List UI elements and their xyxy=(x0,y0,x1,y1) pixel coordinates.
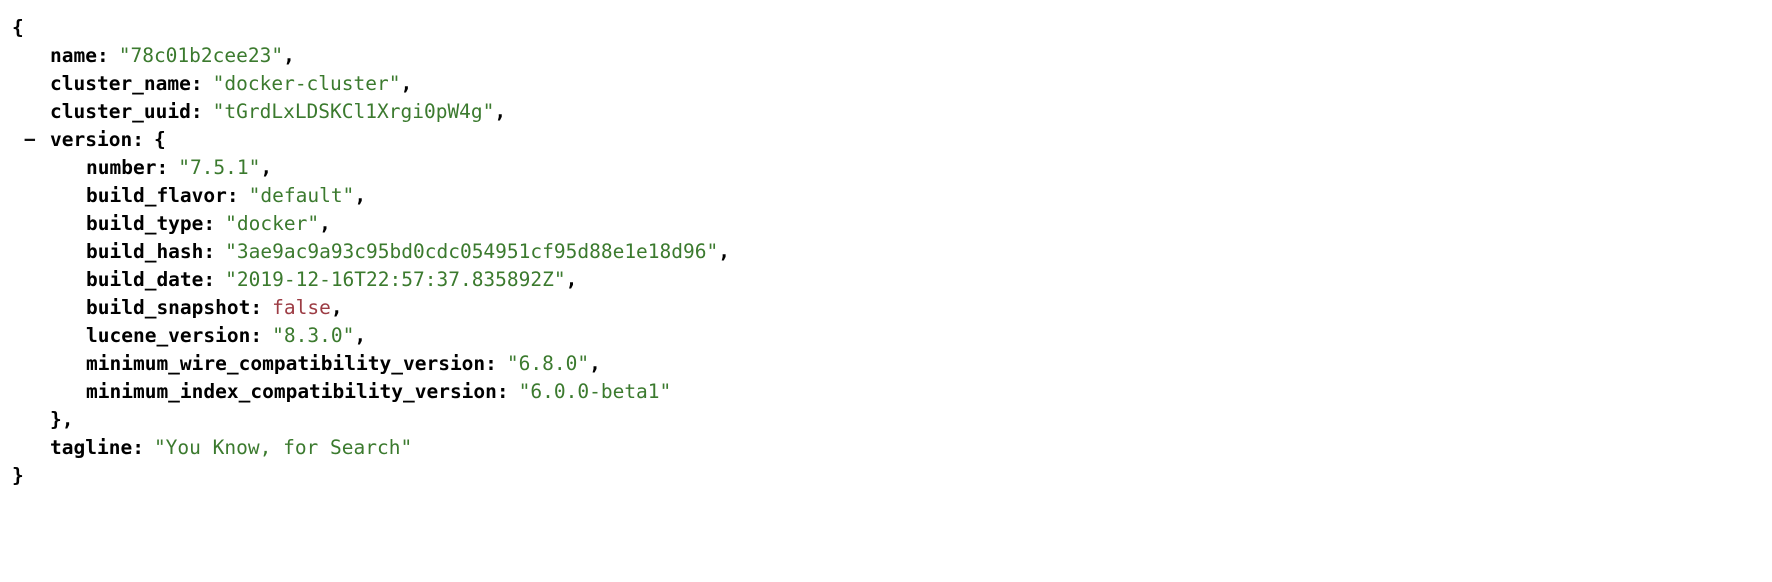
json-value-boolean: false xyxy=(272,296,331,319)
json-colon: : xyxy=(203,212,216,235)
json-value: "8.3.0" xyxy=(272,324,355,347)
json-key: build_type xyxy=(86,212,204,235)
json-colon: : xyxy=(132,128,144,151)
json-value: "tGrdLxLDSKCl1Xrgi0pW4g" xyxy=(212,100,495,123)
json-row: build_hash: "3ae9ac9a93c95bd0cdc054951cf9… xyxy=(0,238,1772,266)
json-row: cluster_uuid: "tGrdLxLDSKCl1Xrgi0pW4g", xyxy=(0,98,1772,126)
json-comma: , xyxy=(589,352,601,375)
json-row: minimum_index_compatibility_version: "6.0… xyxy=(0,378,1772,406)
json-root-close: } xyxy=(0,462,1772,490)
json-colon: : xyxy=(250,296,263,319)
close-brace: } xyxy=(12,464,24,487)
json-comma: , xyxy=(494,100,507,123)
json-object-open: { xyxy=(153,128,166,151)
json-key: minimum_wire_compatibility_version xyxy=(86,352,486,375)
json-value: "2019-12-16T22:57:37.835892Z" xyxy=(225,268,566,291)
json-colon: : xyxy=(132,436,144,459)
json-colon: : xyxy=(226,184,239,207)
json-comma: , xyxy=(400,72,413,95)
json-colon: : xyxy=(203,240,216,263)
json-colon: : xyxy=(496,380,509,403)
json-key: build_date xyxy=(86,268,204,291)
json-row: name: "78c01b2cee23", xyxy=(0,42,1772,70)
json-value: "6.8.0" xyxy=(506,352,590,375)
json-key: build_flavor xyxy=(86,184,227,207)
json-row: number: "7.5.1", xyxy=(0,154,1772,182)
close-brace-comma: }, xyxy=(50,408,74,431)
json-key: version xyxy=(50,128,133,151)
json-key: lucene_version xyxy=(86,324,251,347)
json-key: number xyxy=(86,156,157,179)
json-key: tagline xyxy=(50,436,133,459)
json-value: "3ae9ac9a93c95bd0cdc054951cf95d88e1e18d9… xyxy=(225,240,719,263)
json-object-close: }, xyxy=(0,406,1772,434)
json-row: lucene_version: "8.3.0", xyxy=(0,322,1772,350)
json-colon: : xyxy=(96,44,109,67)
json-comma: , xyxy=(718,240,730,263)
json-value: "6.0.0-beta1" xyxy=(518,380,672,403)
json-comma: , xyxy=(283,44,295,67)
json-row: build_flavor: "default", xyxy=(0,182,1772,210)
json-row: build_date: "2019-12-16T22:57:37.835892Z"… xyxy=(0,266,1772,294)
json-value: "docker" xyxy=(225,212,320,235)
json-row: tagline: "You Know, for Search" xyxy=(0,434,1772,462)
json-colon: : xyxy=(156,156,169,179)
json-viewer: { name: "78c01b2cee23", cluster_name: "doc… xyxy=(0,0,1772,582)
json-key: build_hash xyxy=(86,240,204,263)
json-comma: , xyxy=(330,296,343,319)
collapse-toggle-icon[interactable]: − xyxy=(24,126,50,154)
json-comma: , xyxy=(354,184,367,207)
json-key: cluster_name xyxy=(50,72,191,95)
json-value: "default" xyxy=(248,184,355,207)
json-key: cluster_uuid xyxy=(50,100,191,123)
json-comma: , xyxy=(354,324,367,347)
json-row: cluster_name: "docker-cluster", xyxy=(0,70,1772,98)
json-row: build_type: "docker", xyxy=(0,210,1772,238)
json-value: "You Know, for Search" xyxy=(153,436,413,459)
json-key: minimum_index_compatibility_version xyxy=(86,380,497,403)
json-comma: , xyxy=(260,156,273,179)
open-brace: { xyxy=(12,16,24,39)
json-row-version[interactable]: − version: { xyxy=(0,126,1772,154)
json-value: "docker-cluster" xyxy=(212,72,401,95)
json-value: "7.5.1" xyxy=(178,156,261,179)
json-value: "78c01b2cee23" xyxy=(118,44,284,67)
json-key: build_snapshot xyxy=(86,296,251,319)
json-colon: : xyxy=(250,324,263,347)
json-comma: , xyxy=(565,268,578,291)
json-colon: : xyxy=(190,100,203,123)
json-row: build_snapshot: false, xyxy=(0,294,1772,322)
json-root-open: { xyxy=(0,14,1772,42)
json-row: minimum_wire_compatibility_version: "6.8.… xyxy=(0,350,1772,378)
json-comma: , xyxy=(319,212,331,235)
json-colon: : xyxy=(485,352,497,375)
json-colon: : xyxy=(190,72,203,95)
json-key: name xyxy=(50,44,97,67)
json-colon: : xyxy=(203,268,216,291)
